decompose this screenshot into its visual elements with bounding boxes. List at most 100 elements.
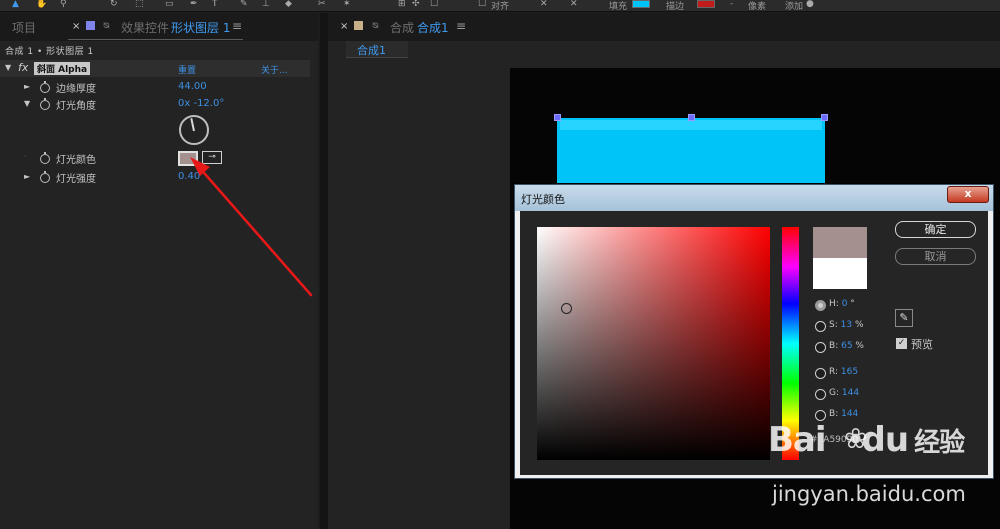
- new-color-swatch: [813, 227, 867, 258]
- pen-tool-icon[interactable]: ✒: [190, 0, 200, 9]
- angle-dial[interactable]: [179, 115, 209, 145]
- cancel-button[interactable]: 取消: [895, 248, 976, 265]
- app-window: ▲ ✋ ⚲ ↻ ⬚ ▭ ✒ T ✎ ⊥ ◆ ✂ ✶ ⊞ ✣ ☐ ☐ 对齐 ✕ ✕…: [0, 0, 1000, 529]
- color-cursor[interactable]: [561, 303, 572, 314]
- eyedropper-icon[interactable]: ✎: [895, 309, 913, 327]
- close-tab-icon[interactable]: ×: [72, 21, 80, 32]
- comp-tabbar: × ᴓ 合成 合成1 ≡: [328, 13, 1000, 41]
- shape-bevel-highlight: [560, 120, 822, 130]
- transform-handle[interactable]: [688, 114, 695, 121]
- rotate-tool-icon[interactable]: ↻: [110, 0, 120, 9]
- lock-icon[interactable]: ᴓ: [103, 20, 110, 31]
- dial-hand[interactable]: [190, 118, 195, 132]
- roto-tool-icon[interactable]: ✂: [318, 0, 328, 9]
- stroke-label: 描边: [666, 2, 685, 12]
- top-toolbar: ▲ ✋ ⚲ ↻ ⬚ ▭ ✒ T ✎ ⊥ ◆ ✂ ✶ ⊞ ✣ ☐ ☐ 对齐 ✕ ✕…: [0, 0, 1000, 12]
- eraser-tool-icon[interactable]: ◆: [285, 0, 295, 9]
- text-tool-icon[interactable]: T: [212, 0, 222, 9]
- reset-link[interactable]: 重置: [178, 63, 196, 76]
- close-tab-icon[interactable]: ×: [340, 21, 348, 32]
- stopwatch-icon[interactable]: [40, 171, 50, 183]
- field-hue[interactable]: H: 0 °: [829, 299, 855, 309]
- expand-triangle-icon[interactable]: ►: [24, 172, 30, 181]
- prop-label: 灯光角度: [56, 101, 96, 112]
- snap-options-icon[interactable]: ✣: [412, 0, 422, 9]
- field-brightness[interactable]: B: 65 %: [829, 341, 864, 351]
- tab-effects-prefix[interactable]: 效果控件: [121, 19, 169, 36]
- prop-label: 边缘厚度: [56, 84, 96, 95]
- tab-underline: [68, 39, 243, 40]
- about-link[interactable]: 关于...: [261, 63, 288, 76]
- stopwatch-icon[interactable]: [40, 98, 50, 110]
- fill-color-swatch[interactable]: [632, 0, 650, 8]
- lock-icon[interactable]: ᴓ: [372, 20, 379, 31]
- fx-icon[interactable]: fx: [18, 61, 28, 74]
- close-button[interactable]: x: [947, 186, 989, 203]
- zoom-tool-icon[interactable]: ⚲: [60, 0, 70, 9]
- collapse-triangle-icon[interactable]: ▼: [5, 63, 11, 72]
- saturation-brightness-field[interactable]: [537, 227, 770, 460]
- axis-x-icon[interactable]: ✕: [540, 0, 550, 9]
- dot-icon: ·: [24, 152, 27, 161]
- dialog-titlebar[interactable]: 灯光颜色 x: [515, 185, 993, 211]
- breadcrumb: 合成 1 • 形状图层 1: [5, 47, 94, 57]
- stopwatch-icon[interactable]: [40, 152, 50, 164]
- left-tabbar: 项目 × ᴓ 效果控件 形状图层 1 ≡: [0, 13, 318, 41]
- rectangle-tool-icon[interactable]: ▭: [165, 0, 175, 9]
- field-green[interactable]: G: 144: [829, 388, 859, 398]
- tab-comp-name[interactable]: 合成1: [417, 19, 449, 36]
- transform-handle[interactable]: [821, 114, 828, 121]
- annotation-arrow: [190, 157, 313, 297]
- prop-row-light-angle: ▼ 灯光角度 0x -12.0°: [0, 96, 310, 113]
- expand-triangle-icon[interactable]: ►: [24, 82, 30, 91]
- tab-comp-prefix[interactable]: 合成: [390, 19, 414, 36]
- comp-subtab[interactable]: 合成1: [346, 41, 408, 58]
- add-circle-icon[interactable]: ●: [806, 0, 816, 9]
- stroke-color-swatch[interactable]: [697, 0, 715, 8]
- ok-button[interactable]: 确定: [895, 221, 976, 238]
- comp-subtab-label: 合成1: [357, 44, 386, 57]
- stopwatch-icon[interactable]: [40, 81, 50, 93]
- fill-label: 填充: [609, 2, 628, 12]
- transform-handle[interactable]: [554, 114, 561, 121]
- puppet-tool-icon[interactable]: ✶: [343, 0, 353, 9]
- effect-header-row[interactable]: ▼ fx 斜面 Alpha 重置 关于...: [0, 60, 310, 77]
- radio-red[interactable]: [815, 368, 826, 379]
- preview-label: 预览: [911, 338, 933, 351]
- selection-tool-icon[interactable]: ▲: [12, 0, 22, 9]
- paw-icon: ❀: [844, 422, 868, 455]
- prop-label: 灯光颜色: [56, 155, 96, 166]
- add-label[interactable]: 添加: [785, 0, 803, 12]
- field-red[interactable]: R: 165: [829, 367, 858, 377]
- align-checkbox-icon[interactable]: ☐: [478, 0, 488, 9]
- panel-menu-icon[interactable]: ≡: [232, 19, 242, 33]
- dash-icon[interactable]: -: [730, 0, 733, 9]
- stamp-tool-icon[interactable]: ⊥: [262, 0, 272, 9]
- panel-divider[interactable]: [320, 13, 328, 529]
- radio-brightness[interactable]: [815, 342, 826, 353]
- brush-tool-icon[interactable]: ✎: [240, 0, 250, 9]
- radio-saturation[interactable]: [815, 321, 826, 332]
- baidu-watermark: Bai du 经验 ❀ jingyan.baidu.com: [768, 420, 1000, 529]
- radio-green[interactable]: [815, 389, 826, 400]
- original-color-swatch[interactable]: [813, 258, 867, 289]
- hand-tool-icon[interactable]: ✋: [36, 0, 47, 9]
- layer-color-icon: [86, 21, 95, 30]
- field-saturation[interactable]: S: 13 %: [829, 320, 864, 330]
- radio-hue[interactable]: [815, 300, 826, 311]
- axis-y-icon[interactable]: ✕: [570, 0, 580, 9]
- snap-check-icon[interactable]: ☐: [430, 0, 440, 9]
- panel-menu-icon[interactable]: ≡: [456, 19, 466, 33]
- watermark-url: jingyan.baidu.com: [772, 482, 966, 506]
- prop-value[interactable]: 0x -12.0°: [178, 98, 224, 109]
- collapse-triangle-icon[interactable]: ▼: [24, 99, 30, 108]
- field-blue[interactable]: B: 144: [829, 409, 858, 419]
- prop-value[interactable]: 44.00: [178, 81, 207, 92]
- tab-effects-layer[interactable]: 形状图层 1: [171, 19, 230, 36]
- tab-project[interactable]: 项目: [12, 19, 36, 36]
- dialog-title: 灯光颜色: [521, 193, 565, 206]
- effect-name: 斜面 Alpha: [34, 62, 91, 75]
- preview-checkbox[interactable]: ✓: [896, 338, 907, 349]
- snap-icon[interactable]: ⊞: [398, 0, 408, 9]
- camera-tool-icon[interactable]: ⬚: [135, 0, 145, 9]
